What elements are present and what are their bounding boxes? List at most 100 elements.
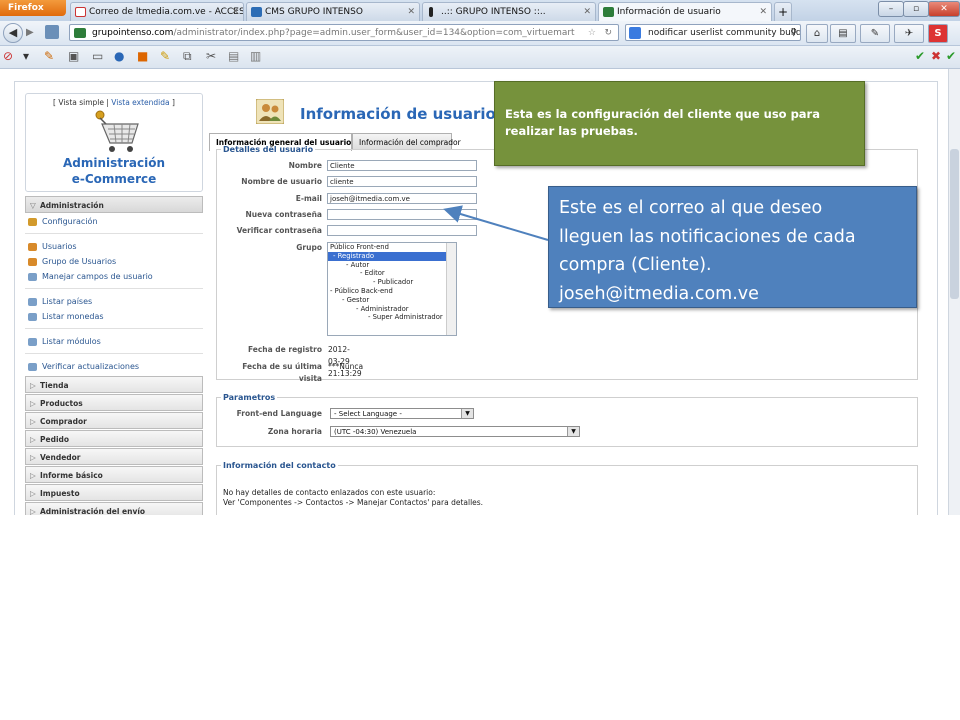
group-option[interactable]: - Administrador <box>328 305 456 314</box>
group-option[interactable]: Público Front-end <box>328 243 456 252</box>
check-icon-2[interactable]: ✔ <box>946 49 956 64</box>
addon-button[interactable]: ✎ <box>860 24 890 43</box>
tab-correo[interactable]: Correo de ltmedia.com.ve - ACCESO... ✕ <box>70 2 244 21</box>
close-icon[interactable]: ✕ <box>231 3 239 21</box>
username-label: Nombre de usuario <box>241 177 322 186</box>
blue-callout-line: Este es el correo al que deseo <box>559 198 823 218</box>
disable-icon[interactable]: ⊘ <box>3 49 13 64</box>
url-bar[interactable]: grupointenso.com/administrator/index.php… <box>69 24 619 41</box>
resize-icon[interactable]: ⧉ <box>183 49 192 64</box>
sidebar-item-modulos[interactable]: Listar módulos <box>25 333 203 351</box>
email-input[interactable]: joseh@itmedia.com.ve <box>327 193 477 204</box>
close-icon[interactable]: ✕ <box>759 3 767 21</box>
group-option[interactable]: - Super Administrador <box>328 313 456 322</box>
language-select[interactable]: - Select Language - ▼ <box>330 408 474 419</box>
section-comprador[interactable]: ▷ Comprador <box>25 412 203 429</box>
home-shortcut-icon[interactable] <box>45 25 59 39</box>
outline-icon[interactable]: ✎ <box>160 49 170 64</box>
username-input[interactable]: cliente <box>327 176 477 187</box>
minimize-button[interactable]: – <box>878 1 904 17</box>
scrollbar-thumb[interactable] <box>950 149 959 299</box>
back-button[interactable]: ◀ <box>3 23 23 43</box>
list-icon <box>28 338 37 346</box>
new-tab-button[interactable]: + <box>774 2 792 21</box>
divider <box>25 353 203 354</box>
update-icon <box>28 363 37 371</box>
name-label: Nombre <box>288 161 322 170</box>
bookmarks-button[interactable]: ▤ <box>830 24 856 43</box>
tools-icon[interactable]: ✂ <box>206 49 216 64</box>
images-icon[interactable]: ▣ <box>68 49 79 64</box>
tab-cms[interactable]: CMS GRUPO INTENSO ✕ <box>246 2 420 21</box>
view-extended-link[interactable]: Vista extendida <box>111 98 169 107</box>
sidebar-item-monedas[interactable]: Listar monedas <box>25 308 203 326</box>
close-icon[interactable]: ✕ <box>407 3 415 21</box>
source-icon[interactable]: ▤ <box>228 49 239 64</box>
blue-callout-line: compra (Cliente). <box>559 255 712 275</box>
timezone-select[interactable]: (UTC -04:30) Venezuela ▼ <box>330 426 580 437</box>
page-scrollbar[interactable] <box>948 69 960 515</box>
pencil-icon[interactable]: ✎ <box>44 49 54 64</box>
site-icon <box>429 7 433 17</box>
section-productos[interactable]: ▷ Productos <box>25 394 203 411</box>
section-label: Productos <box>40 399 83 408</box>
maximize-button[interactable]: ▫ <box>903 1 929 17</box>
reload-icon[interactable]: ↻ <box>604 25 612 40</box>
tab-label: Correo de ltmedia.com.ve - ACCESO... <box>89 7 244 17</box>
group-listbox[interactable]: Público Front-end - Registrado - Autor -… <box>327 242 457 336</box>
section-informe[interactable]: ▷ Informe básico <box>25 466 203 483</box>
contact-fieldset: Información del contacto No hay detalles… <box>216 461 918 515</box>
green-callout-text: Esta es la configuración del cliente que… <box>505 107 820 138</box>
sidebar-item-label: Usuarios <box>42 242 77 251</box>
forms-icon[interactable]: ▭ <box>92 49 103 64</box>
sidebar-item-actualizaciones[interactable]: Verificar actualizaciones <box>25 358 203 376</box>
addon-s-button[interactable]: S <box>928 24 948 43</box>
sidebar-header: [ Vista simple | Vista extendida ] Admin… <box>25 93 203 192</box>
new-password-input[interactable] <box>327 209 477 220</box>
group-option-selected[interactable]: - Registrado <box>328 251 456 261</box>
new-password-label: Nueva contraseña <box>245 210 323 219</box>
section-administracion[interactable]: ▽ Administración <box>25 196 203 213</box>
close-icon[interactable]: ✕ <box>583 3 591 21</box>
blue-callout: Este es el correo al que deseo lleguen l… <box>548 186 917 308</box>
section-pedido[interactable]: ▷ Pedido <box>25 430 203 447</box>
section-label: Impuesto <box>40 489 80 498</box>
group-option[interactable]: - Publicador <box>328 278 456 287</box>
home-button[interactable]: ⌂ <box>806 24 828 43</box>
sidebar-item-campos[interactable]: Manejar campos de usuario <box>25 268 203 286</box>
tab-label: Información de usuario <box>617 7 721 17</box>
search-icon[interactable]: ⚲ <box>790 25 797 40</box>
section-impuesto[interactable]: ▷ Impuesto <box>25 484 203 501</box>
view-simple-link[interactable]: [ Vista simple | <box>53 98 109 107</box>
tab-grupo[interactable]: ..:: GRUPO INTENSO ::.. ✕ <box>422 2 596 21</box>
section-envio[interactable]: ▷ Administración del envío <box>25 502 203 515</box>
verify-password-input[interactable] <box>327 225 477 236</box>
group-option[interactable]: - Público Back-end <box>328 287 456 296</box>
group-option[interactable]: - Gestor <box>328 296 456 305</box>
sidebar-item-label: Verificar actualizaciones <box>42 362 140 371</box>
sidebar-item-configuracion[interactable]: Configuración <box>25 213 203 231</box>
user-icon[interactable]: ▾ <box>23 49 29 64</box>
close-window-button[interactable]: ✕ <box>928 1 960 17</box>
cart-icon <box>26 107 202 155</box>
addon-button-2[interactable]: ✈ <box>894 24 924 43</box>
section-tienda[interactable]: ▷ Tienda <box>25 376 203 393</box>
section-vendedor[interactable]: ▷ Vendedor <box>25 448 203 465</box>
check-icon[interactable]: ✔ <box>915 49 925 64</box>
tab-info-usuario[interactable]: Información de usuario ✕ <box>598 2 772 22</box>
error-icon[interactable]: ✖ <box>931 49 941 64</box>
sidebar-item-label: Configuración <box>42 217 98 226</box>
language-label: Front-end Language <box>236 409 322 418</box>
cart-svg <box>95 110 139 152</box>
firefox-menu-button[interactable]: Firefox <box>0 0 66 16</box>
bookmark-star-icon[interactable]: ☆ <box>588 25 596 40</box>
forward-button[interactable]: ▶ <box>26 25 40 40</box>
misc-icon[interactable]: ■ <box>137 49 148 64</box>
search-input[interactable]: nodificar userlist community builder ⚲ <box>625 24 801 41</box>
name-input[interactable]: Cliente <box>327 160 477 171</box>
options-icon[interactable]: ▥ <box>250 49 261 64</box>
group-option[interactable]: - Autor <box>328 261 456 270</box>
group-option[interactable]: - Editor <box>328 269 456 278</box>
listbox-scrollbar[interactable] <box>446 243 456 335</box>
info-icon[interactable]: ● <box>114 49 124 64</box>
